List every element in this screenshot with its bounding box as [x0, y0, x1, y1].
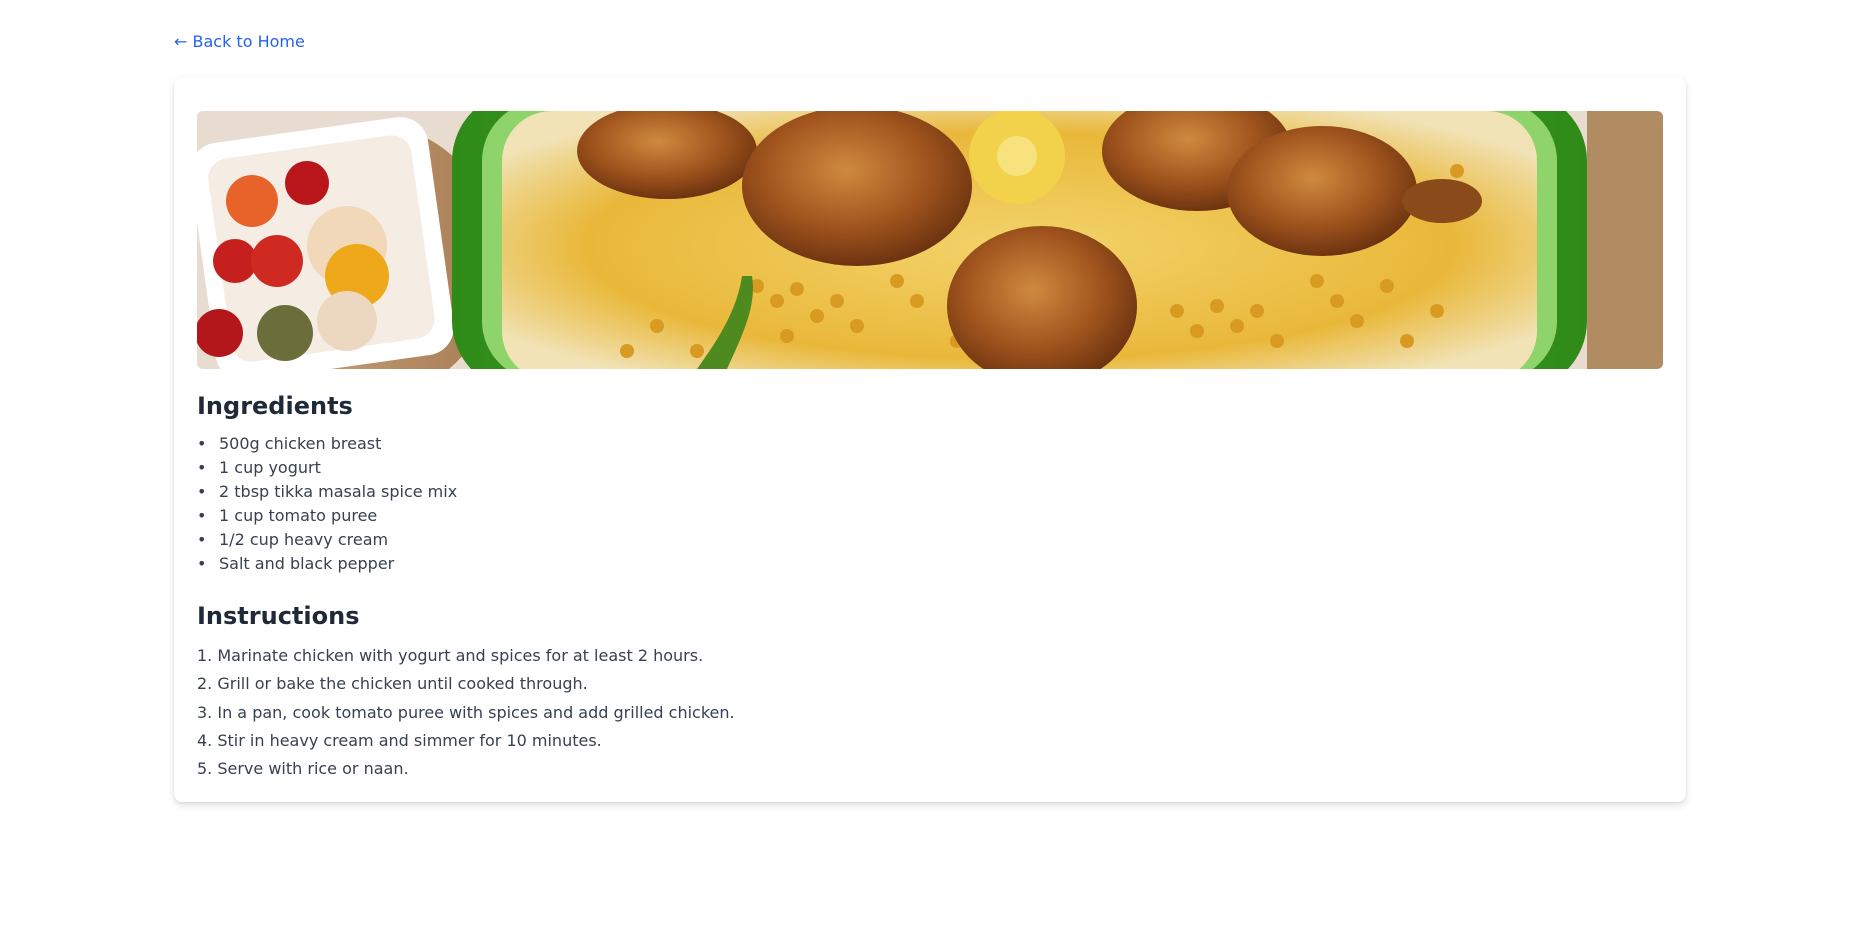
- ingredient-item: • 1 cup yogurt: [197, 456, 457, 480]
- instruction-step: 3. In a pan, cook tomato puree with spic…: [197, 702, 735, 722]
- pickle-bowl: [197, 117, 454, 369]
- instruction-step: 1. Marinate chicken with yogurt and spic…: [197, 646, 704, 665]
- bullet: •: [197, 530, 207, 549]
- ingredients-heading: Ingredients: [197, 392, 353, 420]
- ingredient-item: • 500g chicken breast: [197, 432, 457, 456]
- ingredient-text: 1/2 cup heavy cream: [219, 530, 389, 549]
- bullet: •: [197, 554, 207, 573]
- bullet: •: [197, 506, 207, 525]
- recipe-hero-image: [197, 111, 1663, 369]
- ingredient-item: • 1/2 cup heavy cream: [197, 528, 457, 552]
- instruction-step: 2. Grill or bake the chicken until cooke…: [197, 674, 588, 694]
- ingredient-item: • 1 cup tomato puree: [197, 504, 457, 528]
- ingredient-text: 1 cup tomato puree: [219, 506, 378, 525]
- instructions-heading: Instructions: [197, 602, 360, 630]
- ingredient-text: 1 cup yogurt: [219, 458, 321, 477]
- bullet: •: [197, 482, 207, 501]
- instructions-list: 1. Marinate chicken with yogurt and spic…: [197, 642, 735, 783]
- bullet: •: [197, 434, 207, 453]
- recipe-card: Ingredients • 500g chicken breast • 1 cup …: [174, 77, 1686, 802]
- lemon: [969, 111, 1065, 204]
- ingredient-text: 2 tbsp tikka masala spice mix: [219, 482, 458, 501]
- instruction-step: 4. Stir in heavy cream and simmer for 10…: [197, 730, 602, 750]
- back-to-home-link[interactable]: ← Back to Home: [174, 32, 305, 52]
- ingredients-list: • 500g chicken breast • 1 cup yogurt • 2 tb…: [197, 432, 457, 576]
- ingredient-text: 500g chicken breast: [219, 434, 382, 453]
- recipe-page: ← Back to Home Ingredients • 500g chicke…: [0, 0, 1849, 925]
- ingredient-item: • 2 tbsp tikka masala spice mix: [197, 480, 457, 504]
- bullet: •: [197, 458, 207, 477]
- ingredient-text: Salt and black pepper: [219, 554, 395, 573]
- instruction-step: 5. Serve with rice or naan.: [197, 759, 409, 779]
- ingredient-item: • Salt and black pepper: [197, 552, 457, 576]
